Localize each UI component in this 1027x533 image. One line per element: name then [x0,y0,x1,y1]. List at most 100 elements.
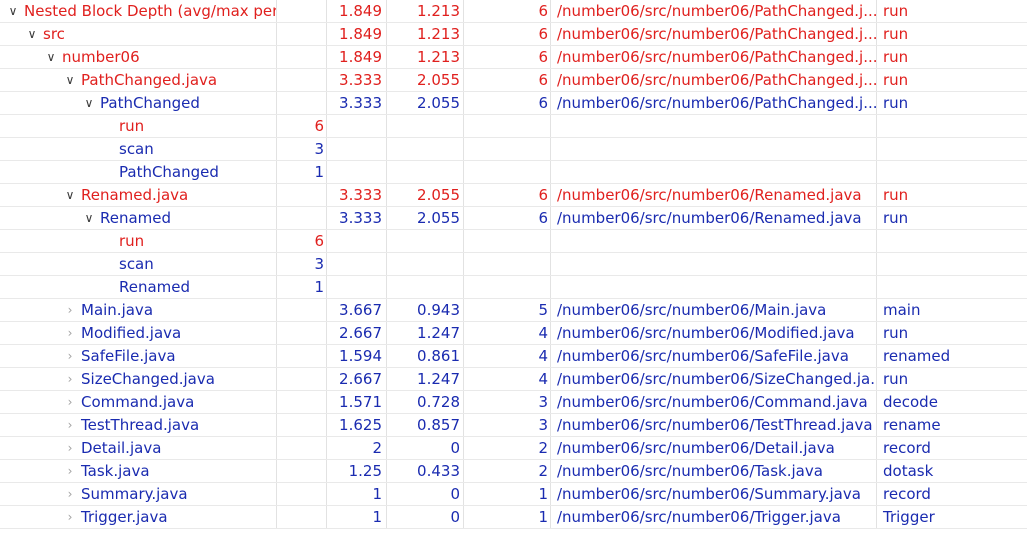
chevron-down-icon[interactable]: ∨ [25,23,39,45]
tree-row[interactable]: ∨ Renamed 3.333 2.055 6/number06/src/number0… [0,207,1027,230]
stddev-cell: 1.213 [387,0,464,22]
chevron-right-icon[interactable]: › [63,460,77,482]
stddev-cell: 1.213 [387,23,464,45]
node-label: Main.java [81,301,154,319]
tree-row[interactable]: ∨ PathChanged.java 3.333 2.055 6/number06/sr… [0,69,1027,92]
tree-row[interactable]: › SafeFile.java 1.594 0.861 4/number06/src/n… [0,345,1027,368]
tree-row[interactable]: ∨ number06 1.849 1.213 6/number06/src/number… [0,46,1027,69]
tree-row[interactable]: › Main.java 3.667 0.943 5/number06/src/numbe… [0,299,1027,322]
mean-cell: 3.667 [327,299,387,321]
name-cell: run [0,115,277,137]
value-cell: 1 [277,161,327,183]
tree-row[interactable]: › Command.java 1.571 0.728 3/number06/src/nu… [0,391,1027,414]
max-cell: 6 [464,207,551,229]
method-cell: run [883,186,909,204]
chevron-down-icon[interactable]: ∨ [44,46,58,68]
mean-cell: 1.849 [327,46,387,68]
tree-row[interactable]: scan 3 [0,138,1027,161]
chevron-right-icon[interactable]: › [63,345,77,367]
value-cell [277,23,327,45]
stddev-cell: 0.433 [387,460,464,482]
max-cell: 4 [464,345,551,367]
mean-cell: 3.333 [327,184,387,206]
tree-row[interactable]: › Modified.java 2.667 1.247 4/number06/src/n… [0,322,1027,345]
tree-row[interactable]: run 6 [0,115,1027,138]
resource-path-cell [551,138,877,160]
node-label: run [119,117,145,135]
resource-path-cell: /number06/src/number06/PathChanged.j... [551,46,877,68]
tree-row[interactable]: › SizeChanged.java 2.667 1.247 4/number06/sr… [0,368,1027,391]
tree-row[interactable]: PathChanged 1 [0,161,1027,184]
tree-row[interactable]: ∨ PathChanged 3.333 2.055 6/number06/src/num… [0,92,1027,115]
name-cell: Renamed [0,276,277,298]
chevron-right-icon[interactable]: › [63,299,77,321]
mean-cell: 2 [327,437,387,459]
tree-row[interactable]: › TestThread.java 1.625 0.857 3/number06/src… [0,414,1027,437]
mean-cell: 2.667 [327,322,387,344]
max-cell: 4 [464,368,551,390]
tree-row[interactable]: › Summary.java 1 0 1/number06/src/number06/S… [0,483,1027,506]
chevron-down-icon[interactable]: ∨ [82,92,96,114]
chevron-right-icon[interactable]: › [63,368,77,390]
stddev-cell [387,230,464,252]
chevron-right-icon[interactable]: › [63,506,77,528]
method-cell: record [883,485,931,503]
resource-path-cell: /number06/src/number06/Detail.java [551,437,877,459]
method-cell: Trigger [883,508,935,526]
chevron-down-icon[interactable]: ∨ [63,69,77,91]
chevron-right-icon[interactable]: › [63,391,77,413]
value-cell: 1 [277,276,327,298]
chevron-right-icon[interactable]: › [63,414,77,436]
tree-row[interactable]: › Detail.java 2 0 2/number06/src/number06/De… [0,437,1027,460]
stddev-cell [387,253,464,275]
tree-row[interactable]: › Task.java 1.25 0.433 2/number06/src/number… [0,460,1027,483]
method-cell [877,276,1027,298]
method-cell: main [883,301,921,319]
tree-row[interactable]: run 6 [0,230,1027,253]
resource-path-cell [551,161,877,183]
value-cell [277,184,327,206]
node-label: number06 [62,48,140,66]
name-cell: › Detail.java [0,437,277,459]
name-cell: ∨ PathChanged [0,92,277,114]
mean-cell: 1.571 [327,391,387,413]
name-cell: › TestThread.java [0,414,277,436]
value-cell [277,483,327,505]
resource-path-cell: /number06/src/number06/PathChanged.j... [551,0,877,22]
method-cell [877,115,1027,137]
value-cell [277,299,327,321]
chevron-down-icon[interactable]: ∨ [63,184,77,206]
value-cell [277,460,327,482]
chevron-down-icon[interactable]: ∨ [82,207,96,229]
chevron-right-icon[interactable]: › [63,322,77,344]
tree-row[interactable]: ∨ Nested Block Depth (avg/max per r 1.849 1… [0,0,1027,23]
tree-row[interactable]: Renamed 1 [0,276,1027,299]
tree-row[interactable]: › Trigger.java 1 0 1/number06/src/number06/T… [0,506,1027,529]
name-cell: ∨ PathChanged.java [0,69,277,91]
name-cell: ∨ Nested Block Depth (avg/max per r [0,0,277,22]
resource-path-cell: /number06/src/number06/SafeFile.java [551,345,877,367]
max-cell: 3 [464,414,551,436]
chevron-right-icon[interactable]: › [63,437,77,459]
chevron-right-icon[interactable]: › [63,483,77,505]
resource-path-cell: /number06/src/number06/Command.java [551,391,877,413]
stddev-cell [387,276,464,298]
resource-path-cell: /number06/src/number06/PathChanged.j... [551,92,877,114]
node-label: TestThread.java [81,416,200,434]
tree-row[interactable]: ∨ src 1.849 1.213 6/number06/src/number06/Pa… [0,23,1027,46]
tree-row[interactable]: scan 3 [0,253,1027,276]
node-label: Trigger.java [81,508,168,526]
name-cell: › SafeFile.java [0,345,277,367]
chevron-down-icon[interactable]: ∨ [6,0,20,22]
value-cell [277,368,327,390]
node-label: Task.java [81,462,150,480]
stddev-cell [387,115,464,137]
name-cell: › Summary.java [0,483,277,505]
stddev-cell: 2.055 [387,207,464,229]
value-cell [277,69,327,91]
value-cell [277,92,327,114]
node-label: Renamed.java [81,186,189,204]
tree-row[interactable]: ∨ Renamed.java 3.333 2.055 6/number06/src/nu… [0,184,1027,207]
max-cell: 1 [464,506,551,528]
resource-path-cell: /number06/src/number06/PathChanged.j... [551,69,877,91]
